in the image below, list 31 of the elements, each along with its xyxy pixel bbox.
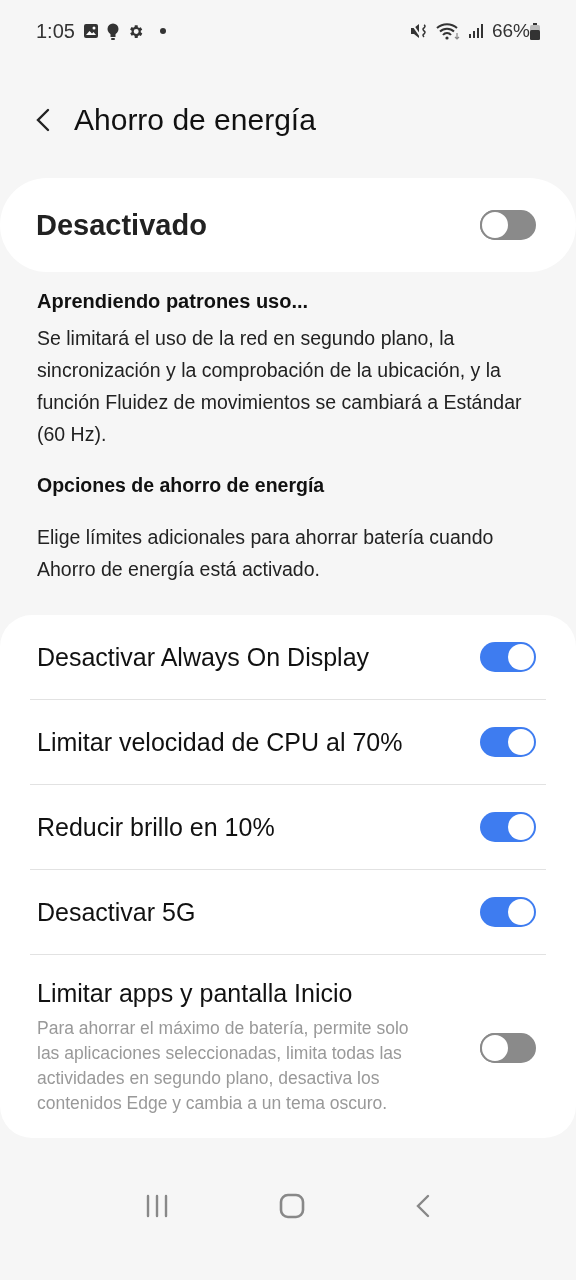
battery-icon bbox=[530, 22, 540, 40]
page-title: Ahorro de energía bbox=[74, 103, 316, 137]
option-label[interactable]: Limitar apps y pantalla Inicio bbox=[37, 979, 427, 1008]
section-heading: Opciones de ahorro de energía bbox=[37, 474, 326, 497]
option-label[interactable]: Limitar velocidad de CPU al 70% bbox=[37, 727, 403, 757]
home-icon[interactable] bbox=[279, 1193, 305, 1219]
image-icon bbox=[82, 23, 99, 39]
signal-icon bbox=[467, 23, 484, 39]
toggle-switch[interactable] bbox=[480, 897, 536, 927]
toggle-switch[interactable] bbox=[480, 812, 536, 842]
master-label: Desactivado bbox=[36, 208, 207, 242]
notification-dot-icon bbox=[159, 28, 166, 34]
mute-vibrate-icon bbox=[409, 23, 428, 39]
learning-status: Aprendiendo patrones uso... bbox=[37, 294, 310, 312]
option-summary: Para ahorrar el máximo de batería, permite solo las aplicaciones seleccionadas, limita todas las actividades en segundo plano, desactiva los contenidos Edge y cambia a un tema oscuro. bbox=[37, 1017, 410, 1115]
section-description: Elige límites adicionales para ahorrar batería cuando Ahorro de energía está activado. bbox=[37, 525, 495, 582]
lightbulb-icon bbox=[106, 22, 119, 40]
description-text: Se limitará el uso de la red en segundo plano, la sincronización y la comprobación de la ubicación, y la función Fluidez de movimientos se cambiará a Estándar (60 Hz). bbox=[37, 326, 523, 447]
option-label[interactable]: Desactivar 5G bbox=[37, 897, 196, 927]
toggle-switch[interactable] bbox=[480, 727, 536, 757]
back-icon[interactable] bbox=[36, 108, 50, 132]
option-label[interactable]: Reducir brillo en 10% bbox=[37, 812, 275, 842]
toggle-switch[interactable] bbox=[480, 1032, 536, 1063]
battery-percentage: 66% bbox=[491, 20, 530, 42]
option-label[interactable]: Desactivar Always On Display bbox=[37, 642, 370, 672]
status-time: 1:05 bbox=[36, 19, 75, 43]
back-nav-icon[interactable] bbox=[416, 1194, 431, 1218]
recent-apps-icon[interactable] bbox=[145, 1194, 168, 1218]
toggle-switch[interactable] bbox=[480, 210, 536, 240]
toggle-switch[interactable] bbox=[480, 642, 536, 672]
wifi-icon bbox=[435, 22, 460, 40]
